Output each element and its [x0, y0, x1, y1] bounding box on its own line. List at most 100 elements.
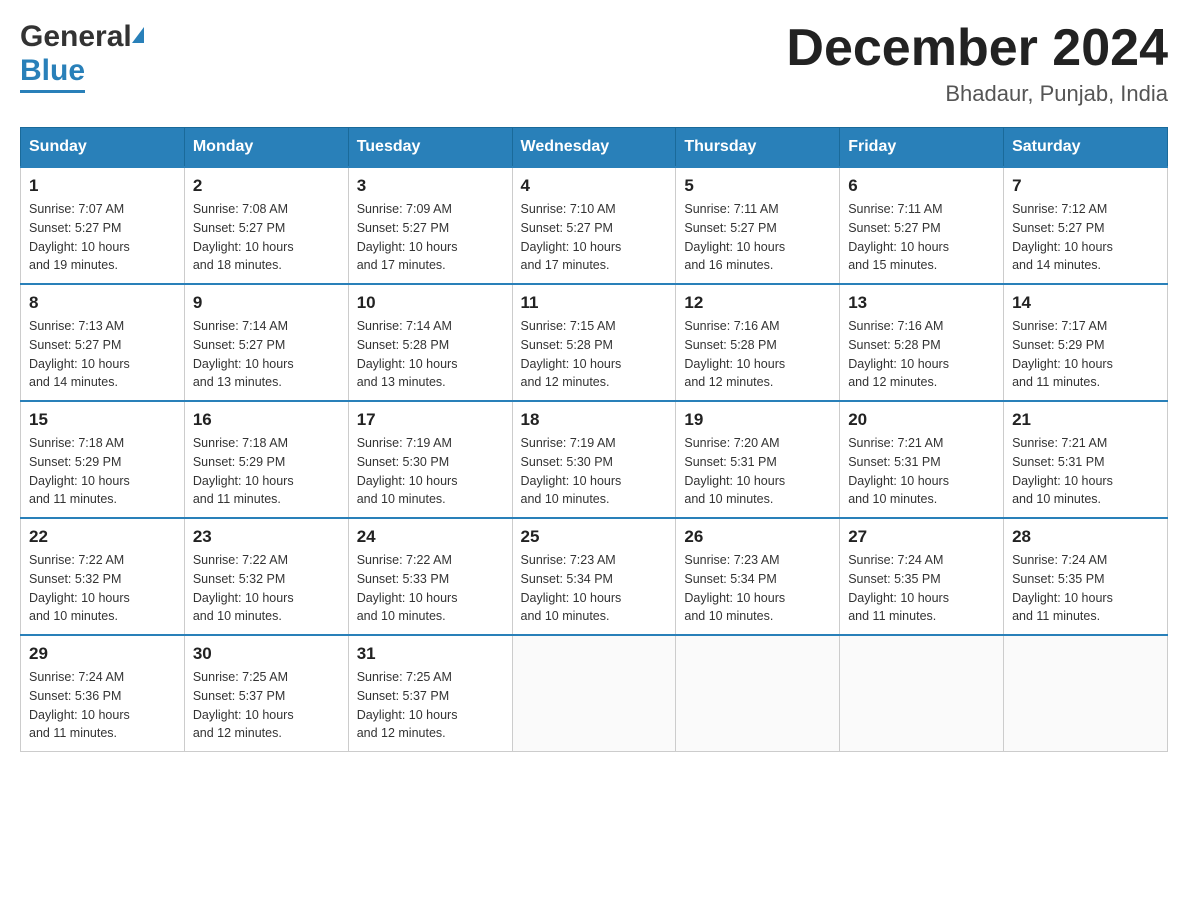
day-header-saturday: Saturday [1004, 128, 1168, 168]
day-info: Sunrise: 7:11 AMSunset: 5:27 PMDaylight:… [684, 200, 831, 275]
day-number: 9 [193, 293, 340, 313]
calendar-cell: 4 Sunrise: 7:10 AMSunset: 5:27 PMDaylight… [512, 167, 676, 284]
day-number: 13 [848, 293, 995, 313]
day-number: 10 [357, 293, 504, 313]
day-header-monday: Monday [184, 128, 348, 168]
day-info: Sunrise: 7:25 AMSunset: 5:37 PMDaylight:… [193, 668, 340, 743]
day-number: 28 [1012, 527, 1159, 547]
day-info: Sunrise: 7:22 AMSunset: 5:33 PMDaylight:… [357, 551, 504, 626]
day-info: Sunrise: 7:07 AMSunset: 5:27 PMDaylight:… [29, 200, 176, 275]
week-row-3: 15 Sunrise: 7:18 AMSunset: 5:29 PMDayligh… [21, 401, 1168, 518]
day-info: Sunrise: 7:15 AMSunset: 5:28 PMDaylight:… [521, 317, 668, 392]
day-info: Sunrise: 7:16 AMSunset: 5:28 PMDaylight:… [684, 317, 831, 392]
day-number: 8 [29, 293, 176, 313]
day-number: 22 [29, 527, 176, 547]
day-number: 26 [684, 527, 831, 547]
day-info: Sunrise: 7:16 AMSunset: 5:28 PMDaylight:… [848, 317, 995, 392]
calendar-cell: 18 Sunrise: 7:19 AMSunset: 5:30 PMDayligh… [512, 401, 676, 518]
calendar-table: SundayMondayTuesdayWednesdayThursdayFrid… [20, 127, 1168, 752]
day-number: 15 [29, 410, 176, 430]
calendar-cell: 13 Sunrise: 7:16 AMSunset: 5:28 PMDayligh… [840, 284, 1004, 401]
calendar-cell: 15 Sunrise: 7:18 AMSunset: 5:29 PMDayligh… [21, 401, 185, 518]
day-info: Sunrise: 7:23 AMSunset: 5:34 PMDaylight:… [521, 551, 668, 626]
day-number: 4 [521, 176, 668, 196]
page-header: General Blue December 2024 Bhadaur, Punj… [20, 20, 1168, 107]
day-info: Sunrise: 7:21 AMSunset: 5:31 PMDaylight:… [1012, 434, 1159, 509]
day-info: Sunrise: 7:09 AMSunset: 5:27 PMDaylight:… [357, 200, 504, 275]
calendar-cell: 19Sunrise: 7:20 AMSunset: 5:31 PMDayligh… [676, 401, 840, 518]
day-number: 3 [357, 176, 504, 196]
day-info: Sunrise: 7:11 AMSunset: 5:27 PMDaylight:… [848, 200, 995, 275]
day-info: Sunrise: 7:22 AMSunset: 5:32 PMDaylight:… [193, 551, 340, 626]
day-number: 30 [193, 644, 340, 664]
day-number: 5 [684, 176, 831, 196]
day-number: 1 [29, 176, 176, 196]
calendar-cell: 21Sunrise: 7:21 AMSunset: 5:31 PMDayligh… [1004, 401, 1168, 518]
day-info: Sunrise: 7:17 AMSunset: 5:29 PMDaylight:… [1012, 317, 1159, 392]
calendar-cell: 24 Sunrise: 7:22 AMSunset: 5:33 PMDayligh… [348, 518, 512, 635]
calendar-cell: 30 Sunrise: 7:25 AMSunset: 5:37 PMDayligh… [184, 635, 348, 752]
calendar-cell: 14Sunrise: 7:17 AMSunset: 5:29 PMDayligh… [1004, 284, 1168, 401]
week-row-5: 29 Sunrise: 7:24 AMSunset: 5:36 PMDayligh… [21, 635, 1168, 752]
day-number: 12 [684, 293, 831, 313]
day-info: Sunrise: 7:18 AMSunset: 5:29 PMDaylight:… [29, 434, 176, 509]
calendar-cell: 22 Sunrise: 7:22 AMSunset: 5:32 PMDayligh… [21, 518, 185, 635]
calendar-cell: 12 Sunrise: 7:16 AMSunset: 5:28 PMDayligh… [676, 284, 840, 401]
day-info: Sunrise: 7:25 AMSunset: 5:37 PMDaylight:… [357, 668, 504, 743]
calendar-cell: 26 Sunrise: 7:23 AMSunset: 5:34 PMDayligh… [676, 518, 840, 635]
logo-general-text: General [20, 20, 132, 54]
day-header-friday: Friday [840, 128, 1004, 168]
day-info: Sunrise: 7:12 AMSunset: 5:27 PMDaylight:… [1012, 200, 1159, 275]
day-number: 16 [193, 410, 340, 430]
calendar-cell: 17 Sunrise: 7:19 AMSunset: 5:30 PMDayligh… [348, 401, 512, 518]
day-info: Sunrise: 7:22 AMSunset: 5:32 PMDaylight:… [29, 551, 176, 626]
calendar-cell: 28 Sunrise: 7:24 AMSunset: 5:35 PMDayligh… [1004, 518, 1168, 635]
day-number: 31 [357, 644, 504, 664]
calendar-cell: 20 Sunrise: 7:21 AMSunset: 5:31 PMDayligh… [840, 401, 1004, 518]
day-info: Sunrise: 7:14 AMSunset: 5:27 PMDaylight:… [193, 317, 340, 392]
day-info: Sunrise: 7:19 AMSunset: 5:30 PMDaylight:… [357, 434, 504, 509]
calendar-cell [1004, 635, 1168, 752]
calendar-cell: 31 Sunrise: 7:25 AMSunset: 5:37 PMDayligh… [348, 635, 512, 752]
month-title: December 2024 [786, 20, 1168, 77]
title-block: December 2024 Bhadaur, Punjab, India [786, 20, 1168, 107]
day-number: 2 [193, 176, 340, 196]
day-number: 27 [848, 527, 995, 547]
day-header-thursday: Thursday [676, 128, 840, 168]
day-number: 24 [357, 527, 504, 547]
logo-blue-text: Blue [20, 54, 85, 87]
day-number: 25 [521, 527, 668, 547]
calendar-cell: 10 Sunrise: 7:14 AMSunset: 5:28 PMDayligh… [348, 284, 512, 401]
day-header-sunday: Sunday [21, 128, 185, 168]
day-info: Sunrise: 7:24 AMSunset: 5:35 PMDaylight:… [848, 551, 995, 626]
calendar-cell [840, 635, 1004, 752]
day-header-tuesday: Tuesday [348, 128, 512, 168]
day-number: 20 [848, 410, 995, 430]
calendar-cell: 1 Sunrise: 7:07 AMSunset: 5:27 PMDaylight… [21, 167, 185, 284]
day-number: 23 [193, 527, 340, 547]
logo-arrow-icon [132, 27, 144, 43]
calendar-cell: 27 Sunrise: 7:24 AMSunset: 5:35 PMDayligh… [840, 518, 1004, 635]
logo-underline [20, 90, 85, 93]
day-info: Sunrise: 7:18 AMSunset: 5:29 PMDaylight:… [193, 434, 340, 509]
calendar-cell: 7Sunrise: 7:12 AMSunset: 5:27 PMDaylight… [1004, 167, 1168, 284]
day-info: Sunrise: 7:21 AMSunset: 5:31 PMDaylight:… [848, 434, 995, 509]
day-info: Sunrise: 7:24 AMSunset: 5:35 PMDaylight:… [1012, 551, 1159, 626]
day-info: Sunrise: 7:19 AMSunset: 5:30 PMDaylight:… [521, 434, 668, 509]
calendar-cell [512, 635, 676, 752]
day-number: 17 [357, 410, 504, 430]
calendar-cell: 23 Sunrise: 7:22 AMSunset: 5:32 PMDayligh… [184, 518, 348, 635]
calendar-cell: 29 Sunrise: 7:24 AMSunset: 5:36 PMDayligh… [21, 635, 185, 752]
day-number: 29 [29, 644, 176, 664]
day-info: Sunrise: 7:10 AMSunset: 5:27 PMDaylight:… [521, 200, 668, 275]
calendar-cell: 11Sunrise: 7:15 AMSunset: 5:28 PMDayligh… [512, 284, 676, 401]
calendar-cell: 5 Sunrise: 7:11 AMSunset: 5:27 PMDaylight… [676, 167, 840, 284]
logo: General Blue [20, 20, 144, 93]
day-info: Sunrise: 7:23 AMSunset: 5:34 PMDaylight:… [684, 551, 831, 626]
calendar-cell: 3 Sunrise: 7:09 AMSunset: 5:27 PMDaylight… [348, 167, 512, 284]
day-info: Sunrise: 7:24 AMSunset: 5:36 PMDaylight:… [29, 668, 176, 743]
day-number: 18 [521, 410, 668, 430]
day-info: Sunrise: 7:14 AMSunset: 5:28 PMDaylight:… [357, 317, 504, 392]
calendar-header-row: SundayMondayTuesdayWednesdayThursdayFrid… [21, 128, 1168, 168]
day-info: Sunrise: 7:20 AMSunset: 5:31 PMDaylight:… [684, 434, 831, 509]
